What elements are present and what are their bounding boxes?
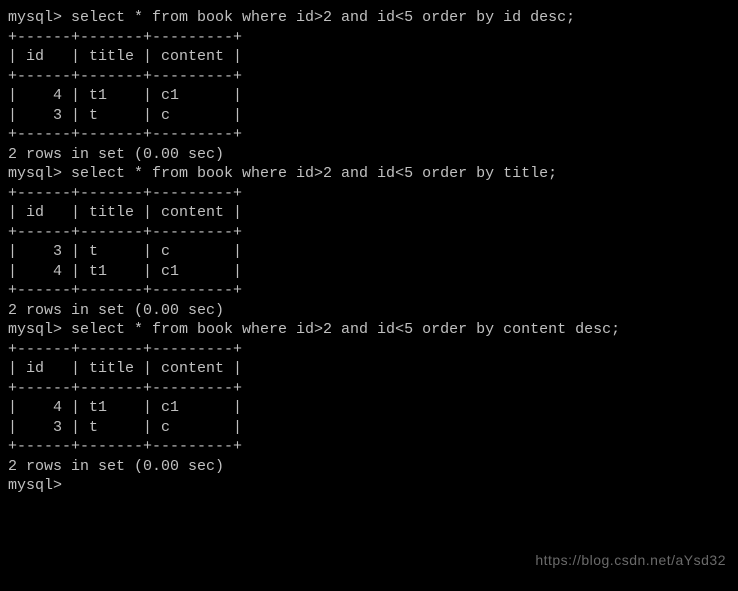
result-footer: 2 rows in set (0.00 sec) xyxy=(8,145,730,165)
table-separator: +------+-------+---------+ xyxy=(8,379,730,399)
table-separator: +------+-------+---------+ xyxy=(8,67,730,87)
table-header: | id | title | content | xyxy=(8,47,730,67)
sql-prompt-line[interactable]: mysql> select * from book where id>2 and… xyxy=(8,164,730,184)
table-row: | 4 | t1 | c1 | xyxy=(8,398,730,418)
table-row: | 4 | t1 | c1 | xyxy=(8,86,730,106)
table-row: | 3 | t | c | xyxy=(8,242,730,262)
result-footer: 2 rows in set (0.00 sec) xyxy=(8,457,730,477)
sql-prompt-empty[interactable]: mysql> xyxy=(8,476,730,496)
watermark-text: https://blog.csdn.net/aYsd32 xyxy=(535,551,726,569)
table-header: | id | title | content | xyxy=(8,203,730,223)
table-row: | 3 | t | c | xyxy=(8,106,730,126)
sql-prompt-line[interactable]: mysql> select * from book where id>2 and… xyxy=(8,8,730,28)
table-separator: +------+-------+---------+ xyxy=(8,281,730,301)
sql-prompt-line[interactable]: mysql> select * from book where id>2 and… xyxy=(8,320,730,340)
table-header: | id | title | content | xyxy=(8,359,730,379)
table-separator: +------+-------+---------+ xyxy=(8,437,730,457)
table-row: | 4 | t1 | c1 | xyxy=(8,262,730,282)
table-row: | 3 | t | c | xyxy=(8,418,730,438)
table-separator: +------+-------+---------+ xyxy=(8,125,730,145)
table-separator: +------+-------+---------+ xyxy=(8,223,730,243)
terminal-output: mysql> select * from book where id>2 and… xyxy=(8,8,730,496)
table-separator: +------+-------+---------+ xyxy=(8,184,730,204)
result-footer: 2 rows in set (0.00 sec) xyxy=(8,301,730,321)
table-separator: +------+-------+---------+ xyxy=(8,28,730,48)
table-separator: +------+-------+---------+ xyxy=(8,340,730,360)
